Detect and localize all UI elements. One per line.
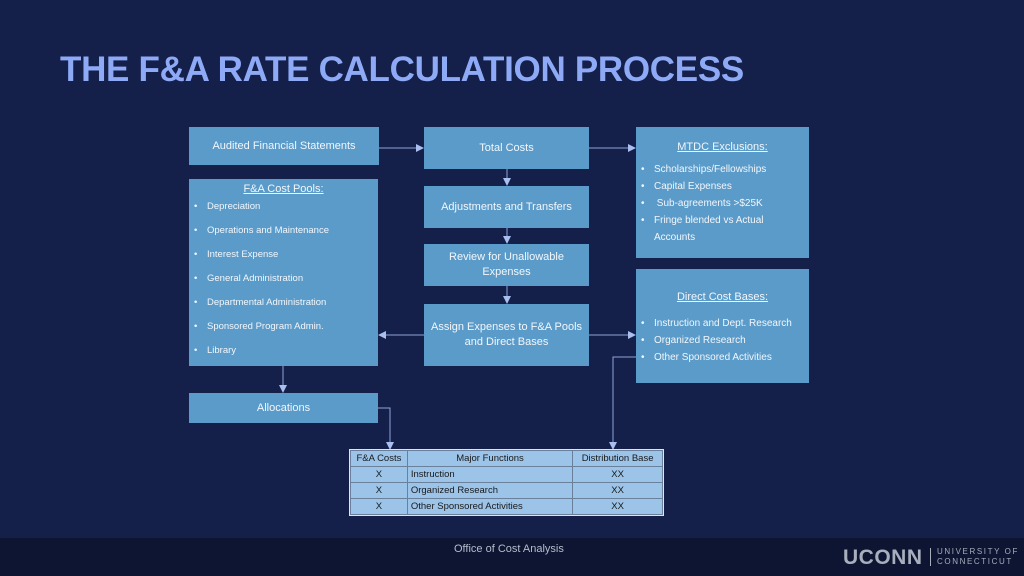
pools-item: Departmental Administration bbox=[189, 291, 378, 315]
table-cell: Instruction bbox=[406, 466, 574, 483]
audited-financial-statements-box: Audited Financial Statements bbox=[189, 127, 379, 165]
table-cell: XX bbox=[572, 482, 663, 499]
uconn-logo: UCONN bbox=[843, 546, 923, 569]
review-label-line2: Expenses bbox=[482, 266, 531, 278]
pools-item: Sponsored Program Admin. bbox=[189, 315, 378, 339]
mtdc-exclusions-box: MTDC Exclusions: Scholarships/Fellowship… bbox=[636, 127, 809, 258]
pools-item: General Administration bbox=[189, 267, 378, 291]
fa-cost-pools-box: F&A Cost Pools: Depreciation Operations … bbox=[189, 179, 378, 366]
logo-divider bbox=[930, 548, 931, 566]
pools-item: Depreciation bbox=[189, 195, 378, 219]
direct-cost-bases-box: Direct Cost Bases: Instruction and Dept.… bbox=[636, 269, 809, 383]
assign-label-line1: Assign Expenses to F&A Pools bbox=[430, 321, 583, 333]
pools-item: Interest Expense bbox=[189, 243, 378, 267]
allocations-box: Allocations bbox=[189, 393, 378, 423]
bases-item: Instruction and Dept. Research bbox=[636, 315, 809, 332]
assign-label-line2: and Direct Bases bbox=[464, 336, 549, 348]
total-costs-label: Total Costs bbox=[479, 141, 534, 154]
page-title: THE F&A RATE CALCULATION PROCESS bbox=[60, 50, 744, 89]
table-row: X Other Sponsored Activities XX bbox=[350, 498, 663, 515]
table-cell: Other Sponsored Activities bbox=[406, 498, 574, 515]
logo-sub-line1: UNIVERSITY OF bbox=[937, 547, 1019, 556]
table-header: F&A Costs bbox=[350, 450, 408, 467]
table-row: X Organized Research XX bbox=[350, 482, 663, 499]
logo-subtitle: UNIVERSITY OF CONNECTICUT bbox=[937, 547, 1019, 567]
table-cell: X bbox=[350, 498, 408, 515]
table-header: Major Functions bbox=[406, 450, 574, 467]
mtdc-item: Sub-agreements >$25K bbox=[636, 195, 809, 212]
table-cell: XX bbox=[572, 466, 663, 483]
assign-expenses-box: Assign Expenses to F&A Pools and Direct … bbox=[424, 304, 589, 366]
bases-item: Other Sponsored Activities bbox=[636, 349, 809, 366]
pools-item: Operations and Maintenance bbox=[189, 219, 378, 243]
mtdc-item: Scholarships/Fellowships bbox=[636, 161, 809, 178]
mtdc-heading: MTDC Exclusions: bbox=[677, 141, 768, 153]
adjustments-box: Adjustments and Transfers bbox=[424, 186, 589, 228]
mtdc-item: Capital Expenses bbox=[636, 178, 809, 195]
bases-heading: Direct Cost Bases: bbox=[676, 291, 769, 303]
mtdc-item: Fringe blended vs Actual bbox=[636, 212, 809, 229]
bases-item: Organized Research bbox=[636, 332, 809, 349]
mtdc-list: Scholarships/Fellowships Capital Expense… bbox=[636, 161, 809, 246]
mtdc-item-continuation: Accounts bbox=[654, 232, 696, 243]
total-costs-box: Total Costs bbox=[424, 127, 589, 169]
review-label-line1: Review for Unallowable bbox=[449, 251, 564, 263]
bases-list: Instruction and Dept. Research Organized… bbox=[636, 315, 809, 366]
pools-list: Depreciation Operations and Maintenance … bbox=[189, 195, 378, 363]
adjustments-label: Adjustments and Transfers bbox=[441, 200, 572, 213]
pools-item: Library bbox=[189, 339, 378, 363]
logo-sub-line2: CONNECTICUT bbox=[937, 557, 1013, 566]
audited-label: Audited Financial Statements bbox=[212, 139, 356, 152]
pools-heading: F&A Cost Pools: bbox=[243, 183, 324, 195]
table-cell: X bbox=[350, 466, 408, 483]
table-header: Distribution Base bbox=[572, 450, 663, 467]
footer-office: Office of Cost Analysis bbox=[454, 543, 564, 555]
review-box: Review for Unallowable Expenses bbox=[424, 244, 589, 286]
table-cell: Organized Research bbox=[406, 482, 574, 499]
table-cell: X bbox=[350, 482, 408, 499]
arrow-bases-to-table bbox=[609, 356, 636, 450]
table-header-row: F&A Costs Major Functions Distribution B… bbox=[350, 450, 663, 467]
allocation-table: F&A Costs Major Functions Distribution B… bbox=[349, 449, 664, 516]
arrow-allocations-to-table bbox=[378, 407, 394, 450]
table-row: X Instruction XX bbox=[350, 466, 663, 483]
table-cell: XX bbox=[572, 498, 663, 515]
allocations-label: Allocations bbox=[256, 401, 311, 414]
